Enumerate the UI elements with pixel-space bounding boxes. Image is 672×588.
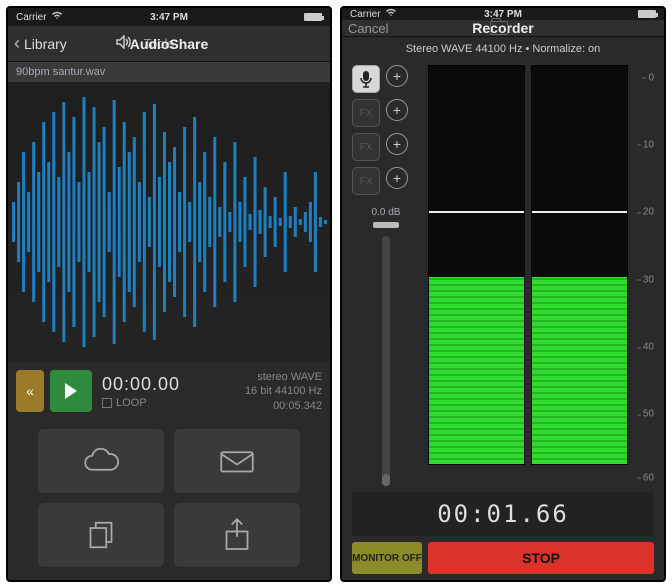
nav-title: AudioShare (130, 36, 209, 52)
time-info: 00:00.00 LOOP (102, 373, 180, 411)
tick-0: 0 (648, 72, 654, 83)
wifi-icon (385, 8, 397, 20)
wifi-icon (51, 11, 63, 23)
mail-icon (216, 440, 258, 482)
loop-toggle[interactable]: LOOP (102, 396, 180, 410)
status-time: 3:47 PM (484, 9, 522, 20)
status-bar: Carrier 3:47 PM (342, 8, 664, 20)
recorder-screen: Carrier 3:47 PM Cancel Recorder Stereo W… (340, 6, 666, 582)
db-scale: 0 10 20 30 40 50 60 (630, 65, 654, 486)
battery-icon (638, 10, 656, 18)
stop-button[interactable]: STOP (428, 542, 654, 574)
back-button[interactable]: ‹ Library (14, 33, 94, 54)
play-icon (65, 383, 77, 399)
gain-indicator (373, 222, 399, 228)
status-time: 3:47 PM (150, 12, 188, 23)
peak-marker (429, 211, 524, 213)
input-column: + FX + FX + FX + 0.0 dB (352, 65, 420, 486)
copy-button[interactable] (38, 503, 164, 567)
folder-icon[interactable] (490, 21, 508, 35)
nav-bar: ‹ Library AudioShare Tools (8, 26, 330, 62)
waveform-icon (8, 82, 330, 362)
meter-left (428, 65, 525, 465)
checkbox-icon (102, 398, 112, 408)
peak-marker (532, 211, 627, 213)
meter-bar (429, 277, 524, 464)
fx-slot-2[interactable]: FX (352, 133, 380, 161)
add-source-1[interactable]: + (386, 65, 408, 87)
loop-label: LOOP (116, 396, 147, 410)
nav-bar: Cancel Recorder (342, 20, 664, 37)
mic-icon (359, 70, 373, 88)
gain-readout: 0.0 dB (352, 207, 420, 218)
waveform-view[interactable] (8, 82, 330, 362)
file-duration: 00:05.342 (245, 399, 322, 413)
fx-slot-3[interactable]: FX (352, 167, 380, 195)
format-line1: stereo WAVE (245, 370, 322, 384)
level-meters: 0 10 20 30 40 50 60 (428, 65, 654, 486)
tick-20: 20 (643, 207, 654, 218)
add-fx-3[interactable]: + (386, 167, 408, 189)
playhead-time: 00:00.00 (102, 373, 180, 396)
status-bar: Carrier 3:47 PM (8, 8, 330, 26)
file-name-bar[interactable]: 90bpm santur.wav (8, 62, 330, 82)
cloud-button[interactable] (38, 429, 164, 493)
gain-slider[interactable] (382, 236, 390, 486)
battery-icon (304, 13, 322, 21)
mic-source-button[interactable] (352, 65, 380, 93)
add-fx-2[interactable]: + (386, 133, 408, 155)
recorder-body: + FX + FX + FX + 0.0 dB (342, 61, 664, 492)
format-line2: 16 bit 44100 Hz (245, 384, 322, 398)
tick-50: 50 (643, 409, 654, 420)
tick-40: 40 (643, 342, 654, 353)
play-button[interactable] (50, 370, 92, 412)
meter-right (531, 65, 628, 465)
carrier-label: Carrier (16, 12, 47, 23)
share-button[interactable] (174, 503, 300, 567)
recorder-footer: 00:01.66 MONITOR OFF STOP (342, 492, 664, 580)
collapse-button[interactable]: « (16, 370, 44, 412)
transport-bar: « 00:00.00 LOOP stereo WAVE 16 bit 44100… (8, 362, 330, 421)
recording-format-info: Stereo WAVE 44100 Hz • Normalize: on (342, 37, 664, 61)
cancel-button[interactable]: Cancel (348, 21, 388, 36)
cloud-icon (80, 440, 122, 482)
copy-icon (80, 514, 122, 556)
chevron-left-icon: ‹ (14, 33, 20, 54)
meter-bar (532, 277, 627, 464)
fx-slot-1[interactable]: FX (352, 99, 380, 127)
monitor-button[interactable]: MONITOR OFF (352, 542, 422, 574)
action-grid (8, 421, 330, 577)
add-fx-1[interactable]: + (386, 99, 408, 121)
back-label: Library (24, 36, 67, 52)
tick-60: 60 (643, 472, 654, 483)
tick-10: 10 (643, 139, 654, 150)
carrier-label: Carrier (350, 9, 381, 20)
audioshare-screen: Carrier 3:47 PM ‹ Library AudioShare Too… (6, 6, 332, 582)
format-info: stereo WAVE 16 bit 44100 Hz 00:05.342 (245, 370, 322, 413)
mail-button[interactable] (174, 429, 300, 493)
record-time: 00:01.66 (352, 492, 654, 536)
share-icon (216, 514, 258, 556)
tick-30: 30 (643, 274, 654, 285)
